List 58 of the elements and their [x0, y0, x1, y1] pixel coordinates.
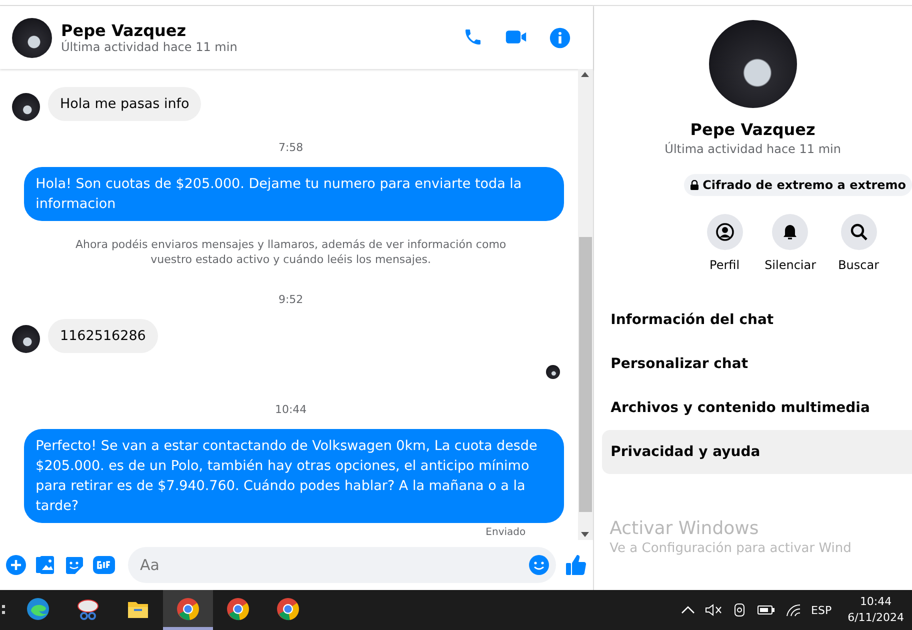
timestamp: 9:52: [278, 293, 304, 306]
timestamp: 7:58: [278, 141, 304, 154]
image-icon[interactable]: [35, 555, 55, 575]
camera-icon[interactable]: [733, 603, 748, 617]
language-indicator[interactable]: ESP: [811, 604, 832, 616]
gif-icon[interactable]: [93, 555, 115, 575]
message-input[interactable]: Aa: [128, 547, 556, 583]
notice-text: Ahora podéis enviaros mensajes y llamaros, además de ver información como vuestro estado activo y cuándo leéis los mensajes.: [74, 237, 508, 267]
clock[interactable]: 10:44 6/11/2024: [848, 594, 904, 626]
scrollbar[interactable]: [578, 69, 593, 540]
message-bubble: 1162516286: [48, 319, 158, 353]
wifi-icon[interactable]: [785, 603, 802, 617]
plus-icon[interactable]: [6, 555, 26, 575]
message-bubble: Hola me pasas info: [48, 87, 202, 121]
avatar: [12, 18, 52, 58]
menu-item[interactable]: Información del chat: [602, 298, 912, 342]
message-bubble: Hola! Son cuotas de $205.000. Dejame tu numero para enviarte toda la informacion: [24, 167, 564, 221]
battery-icon[interactable]: [757, 604, 776, 616]
avatar: [12, 93, 40, 121]
contact-name: Pepe Vazquez: [690, 120, 816, 139]
profile-icon: [716, 223, 734, 241]
info-icon[interactable]: [548, 26, 571, 48]
scissors-icon: [76, 596, 100, 620]
browser-icon: [276, 596, 300, 620]
action-label: Perfil: [710, 258, 740, 272]
muted-speaker-icon[interactable]: [705, 603, 724, 617]
message-status: Enviado: [486, 527, 526, 538]
bell-icon: [781, 223, 800, 241]
avatar: [12, 325, 40, 353]
last-active-text: Última actividad hace 11 min: [61, 40, 238, 54]
action-label: Silenciar: [764, 258, 816, 272]
browser-icon: [176, 596, 200, 620]
scroll-down-icon[interactable]: [581, 532, 590, 537]
phone-icon[interactable]: [462, 26, 483, 46]
chevron-up-icon[interactable]: [681, 605, 696, 615]
action-button[interactable]: Silenciar: [764, 214, 816, 272]
menu-item[interactable]: Personalizar chat: [602, 342, 912, 386]
taskbar-app[interactable]: [163, 590, 213, 630]
lock-icon: [690, 180, 699, 190]
message-bubble: Perfecto! Se van a estar contactando de Volkswagen 0km, La cuota desde $205.000. es de un Polo, también hay otras opciones, el anticipo mínimo para retirar es de $7.940.760. Cuándo podes hablar? A la mañana o a la tarde?: [24, 429, 564, 523]
browser-icon: [226, 596, 250, 620]
seen-avatar: [546, 365, 560, 379]
last-active-text: Última actividad hace 11 min: [664, 142, 841, 156]
emoji-icon[interactable]: [528, 554, 550, 576]
thumbs-up-icon[interactable]: [564, 554, 587, 576]
sticker-icon[interactable]: [64, 555, 84, 575]
timestamp: 10:44: [274, 403, 307, 416]
contact-name: Pepe Vazquez: [61, 21, 188, 40]
edge-icon: [26, 596, 50, 620]
activation-text: Ve a Configuración para activar Wind: [610, 541, 852, 556]
menu-item[interactable]: Privacidad y ayuda: [602, 430, 912, 474]
scroll-up-icon[interactable]: [581, 72, 590, 77]
search-icon: [850, 223, 868, 241]
activation-title: Activar Windows: [610, 518, 760, 539]
encryption-text: Cifrado de extremo a extremo: [702, 178, 906, 192]
action-label: Buscar: [838, 258, 880, 272]
grip-icon: [2, 603, 5, 617]
menu-item[interactable]: Archivos y contenido multimedia: [602, 386, 912, 430]
